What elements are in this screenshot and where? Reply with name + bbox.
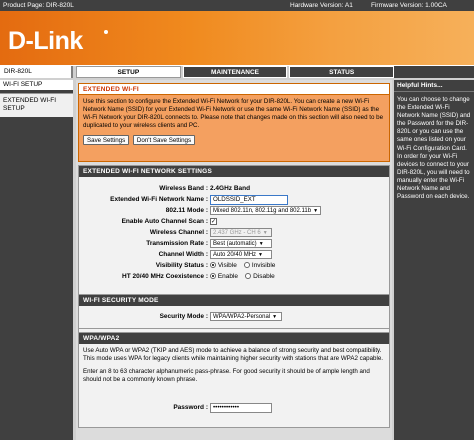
auto-channel-row: Enable Auto Channel Scan : ✓ bbox=[79, 217, 389, 227]
main-tabs: SETUP MAINTENANCE STATUS bbox=[76, 66, 395, 78]
dont-save-settings-button[interactable]: Don't Save Settings bbox=[132, 135, 196, 145]
helpful-hints-text: You can choose to change the Extended Wi… bbox=[397, 96, 471, 201]
ssid-input[interactable]: OLDSSID_EXT bbox=[210, 195, 288, 205]
wpa-description: Use Auto WPA or WPA2 (TKIP and AES) mode… bbox=[83, 347, 384, 362]
extended-wifi-intro-panel: EXTENDED WI-FI Use this section to confi… bbox=[78, 83, 390, 162]
security-mode-label: Security Mode : bbox=[159, 313, 208, 320]
enable-radio[interactable] bbox=[210, 273, 216, 280]
rate-select-value: Best (automatic) bbox=[213, 241, 257, 247]
mode-row: 802.11 Mode : Mixed 802.11n, 802.11g and… bbox=[79, 206, 389, 216]
top-info-bar: Product Page: DIR-820L Hardware Version:… bbox=[0, 0, 474, 11]
intro-text: Use this section to configure the Extend… bbox=[83, 98, 384, 129]
intro-title: EXTENDED WI-FI bbox=[79, 84, 389, 95]
product-page-text: Product Page: DIR-820L bbox=[3, 2, 74, 9]
auto-channel-label: Enable Auto Channel Scan : bbox=[121, 218, 208, 225]
security-mode-panel: WI-FI SECURITY MODE Security Mode : WPA/… bbox=[78, 294, 390, 329]
mode-label: 802.11 Mode : bbox=[165, 207, 208, 214]
tabs-filler bbox=[394, 66, 474, 78]
invisible-label: Invisible bbox=[251, 262, 276, 269]
rate-row: Transmission Rate : Best (automatic) ▼ bbox=[79, 239, 389, 249]
wpa-hint: Enter an 8 to 63 character alphanumeric … bbox=[83, 368, 370, 383]
coexistence-label: HT 20/40 MHz Coexistence : bbox=[122, 273, 208, 280]
visibility-row: Visibility Status : Visible Invisible bbox=[79, 261, 389, 271]
firmware-version-text: Firmware Version: 1.00CA bbox=[371, 2, 447, 9]
helpful-hints-panel: Helpful Hints... You can choose to chang… bbox=[394, 80, 474, 440]
wireless-band-row: Wireless Band : 2.4GHz Band bbox=[79, 184, 389, 194]
security-mode-row: Security Mode : WPA/WPA2-Personal ▼ bbox=[79, 312, 389, 322]
mode-select[interactable]: Mixed 802.11n, 802.11g and 802.11b ▼ bbox=[210, 206, 322, 215]
main-content: EXTENDED WI-FI Use this section to confi… bbox=[76, 80, 392, 440]
visible-radio[interactable] bbox=[210, 262, 216, 269]
channel-select[interactable]: 2.437 GHz - CH 6 ▼ bbox=[210, 228, 272, 237]
wireless-band-value: 2.4GHz Band bbox=[210, 185, 251, 192]
channel-row: Wireless Channel : 2.437 GHz - CH 6 ▼ bbox=[79, 228, 389, 238]
brand-header: D-Link bbox=[0, 11, 474, 65]
invisible-radio[interactable] bbox=[244, 262, 251, 269]
password-label: Password : bbox=[173, 404, 208, 411]
disable-label: Disable bbox=[253, 273, 275, 280]
chevron-down-icon: ▼ bbox=[258, 241, 264, 247]
wpa-title: WPA/WPA2 bbox=[79, 333, 389, 344]
mode-select-value: Mixed 802.11n, 802.11g and 802.11b bbox=[213, 208, 312, 214]
security-mode-title: WI-FI SECURITY MODE bbox=[79, 295, 389, 306]
tab-setup[interactable]: SETUP bbox=[76, 66, 181, 78]
security-mode-select[interactable]: WPA/WPA2-Personal ▼ bbox=[210, 312, 282, 321]
intro-body: Use this section to configure the Extend… bbox=[79, 95, 389, 148]
security-mode-select-value: WPA/WPA2-Personal bbox=[213, 314, 271, 320]
logo-dot-icon bbox=[104, 30, 108, 34]
width-select[interactable]: Auto 20/40 MHz ▼ bbox=[210, 250, 272, 259]
network-settings-panel: EXTENDED WI-FI NETWORK SETTINGS Wireless… bbox=[78, 165, 390, 428]
wpa-body: Use Auto WPA or WPA2 (TKIP and AES) mode… bbox=[79, 344, 389, 387]
chevron-down-icon: ▼ bbox=[313, 208, 319, 214]
ssid-row: Extended Wi-Fi Network Name : OLDSSID_EX… bbox=[79, 195, 389, 205]
enable-label: Enable bbox=[217, 273, 239, 280]
wireless-band-label: Wireless Band : bbox=[159, 185, 208, 192]
sidebar: WI-FI SETUP EXTENDED WI-FI SETUP bbox=[0, 80, 73, 440]
coexistence-row: HT 20/40 MHz Coexistence : Enable Disabl… bbox=[79, 272, 389, 282]
width-row: Channel Width : Auto 20/40 MHz ▼ bbox=[79, 250, 389, 260]
chevron-down-icon: ▼ bbox=[272, 314, 278, 320]
channel-select-value: 2.437 GHz - CH 6 bbox=[213, 230, 261, 236]
channel-label: Wireless Channel : bbox=[149, 229, 208, 236]
tab-maintenance[interactable]: MAINTENANCE bbox=[182, 66, 288, 78]
width-select-value: Auto 20/40 MHz bbox=[213, 252, 257, 258]
sidebar-item-extended-wifi-setup[interactable]: EXTENDED WI-FI SETUP bbox=[0, 93, 73, 117]
network-settings-title: EXTENDED WI-FI NETWORK SETTINGS bbox=[79, 166, 389, 177]
rate-label: Transmission Rate : bbox=[146, 240, 208, 247]
rate-select[interactable]: Best (automatic) ▼ bbox=[210, 239, 272, 248]
disable-radio[interactable] bbox=[245, 273, 252, 280]
visible-label: Visible bbox=[217, 262, 237, 269]
model-label: DIR-820L bbox=[0, 66, 73, 78]
sidebar-item-wifi-setup[interactable]: WI-FI SETUP bbox=[0, 80, 73, 90]
chevron-down-icon: ▼ bbox=[262, 230, 268, 236]
intro-buttons: Save Settings Don't Save Settings bbox=[83, 135, 385, 145]
width-label: Channel Width : bbox=[158, 251, 208, 258]
hardware-version-text: Hardware Version: A1 bbox=[290, 2, 353, 9]
visibility-label: Visibility Status : bbox=[155, 262, 208, 269]
ssid-label: Extended Wi-Fi Network Name : bbox=[110, 196, 208, 203]
dlink-logo: D-Link bbox=[8, 27, 83, 55]
wpa-panel: WPA/WPA2 Use Auto WPA or WPA2 (TKIP and … bbox=[78, 332, 390, 428]
password-row: Password : •••••••••••• bbox=[79, 403, 389, 413]
save-settings-button[interactable]: Save Settings bbox=[83, 135, 130, 145]
tab-status[interactable]: STATUS bbox=[289, 66, 395, 78]
helpful-hints-title: Helpful Hints... bbox=[394, 80, 474, 92]
chevron-down-icon: ▼ bbox=[258, 252, 263, 258]
auto-channel-checkbox[interactable]: ✓ bbox=[210, 217, 217, 225]
password-input[interactable]: •••••••••••• bbox=[210, 403, 272, 413]
